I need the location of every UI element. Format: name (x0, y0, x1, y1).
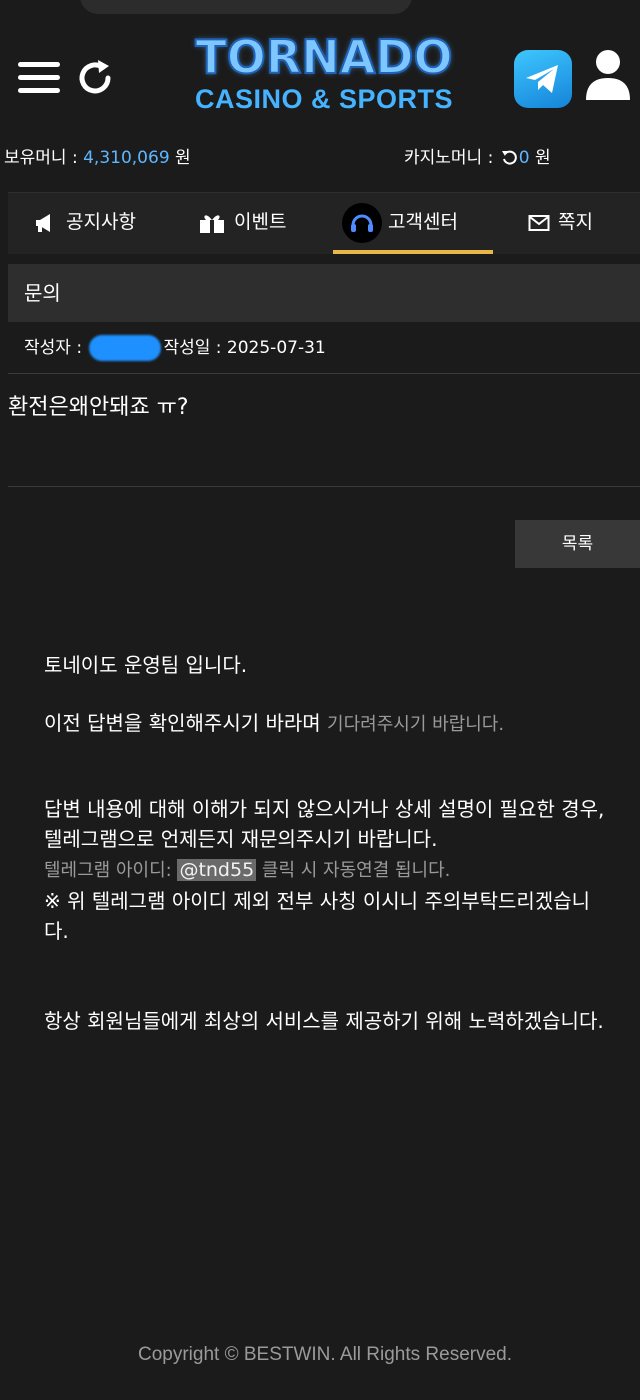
holding-money-unit: 원 (169, 148, 191, 168)
tab-event-label: 이벤트 (234, 211, 287, 233)
active-tab-indicator (333, 250, 493, 254)
tab-customer-center[interactable]: 고객센터 (342, 193, 458, 253)
answer-body: 토네이도 운영팀 입니다. 이전 답변을 확인해주시기 바라며 기다려주시기 바… (44, 650, 614, 1036)
date-label: 작성일 : 2025-07-31 (163, 338, 326, 358)
site-logo[interactable]: TORNADO CASINO & SPORTS (184, 29, 464, 118)
tab-event[interactable]: 이벤트 (198, 193, 286, 253)
list-button[interactable]: 목록 (515, 520, 640, 568)
post-meta: 작성자 : 작성일 : 2025-07-31 (8, 326, 640, 374)
author-label: 작성자 : (24, 338, 88, 358)
tab-message[interactable]: 쪽지 (528, 193, 593, 253)
holding-money-value: 4,310,069 (83, 148, 170, 168)
footer-copyright: Copyright © BESTWIN. All Rights Reserved… (137, 1344, 513, 1365)
board-tabs: 공지사항 이벤트 고객센터 쪽지 (8, 192, 640, 254)
megaphone-icon (36, 213, 50, 232)
answer-line: 이전 답변을 확인해주시기 바라며 기다려주시기 바랍니다. (44, 708, 614, 740)
question-divider (8, 486, 640, 487)
holding-money-label: 보유머니 : (4, 148, 84, 168)
answer-line: 텔레그램 아이디: @tnd55 클릭 시 자동연결 됩니다. (44, 854, 614, 886)
telegram-id-link[interactable]: @tnd55 (177, 859, 257, 881)
logo-main-text: TORNADO (194, 29, 453, 85)
answer-line-main: 이전 답변을 확인해주시기 바라며 (44, 711, 328, 735)
telegram-icon[interactable] (514, 50, 572, 108)
holding-money: 보유머니 : 4,310,069 원 (4, 140, 191, 176)
casino-money: 카지노머니 : 0 원 (404, 140, 551, 176)
headset-icon (342, 202, 382, 243)
casino-money-value: 0 (518, 148, 530, 168)
tab-notice-label: 공지사항 (66, 211, 136, 233)
tab-notice[interactable]: 공지사항 (34, 193, 136, 253)
tab-message-label: 쪽지 (558, 211, 593, 233)
author-redacted (89, 335, 162, 361)
user-profile-icon[interactable] (584, 48, 632, 102)
answer-line: 토네이도 운영팀 입니다. (44, 653, 248, 677)
status-bar-notch (80, 0, 412, 14)
refresh-icon[interactable] (74, 56, 118, 100)
hamburger-menu-icon[interactable] (18, 60, 60, 96)
tab-customer-center-label: 고객센터 (388, 211, 458, 233)
gift-icon (200, 214, 224, 233)
answer-line: 항상 회원님들에게 최상의 서비스를 제공하기 위해 노력하겠습니다. (44, 1009, 604, 1033)
casino-refresh-icon[interactable] (501, 149, 517, 165)
casino-money-label: 카지노머니 : (404, 148, 499, 168)
casino-money-unit: 원 (529, 148, 551, 168)
answer-line: 텔레그램으로 언제든지 재문의주시기 바랍니다. (44, 827, 438, 851)
app-header: TORNADO CASINO & SPORTS (0, 28, 640, 132)
answer-line-dim: 기다려주시기 바랍니다. (327, 714, 505, 735)
section-title: 문의 (8, 264, 640, 322)
envelope-icon (528, 214, 550, 231)
telegram-id-label: 텔레그램 아이디: (44, 860, 178, 881)
answer-line: 답변 내용에 대해 이해가 되지 않으시거나 상세 설명이 필요한 경우, (44, 797, 605, 821)
telegram-id-hint: 클릭 시 자동연결 됩니다. (256, 860, 451, 881)
question-text: 환전은왜안돼죠 ㅠ? (8, 395, 189, 420)
balance-row: 보유머니 : 4,310,069 원 카지노머니 : 0 원 (0, 140, 640, 176)
answer-line: ※ 위 텔레그램 아이디 제외 전부 사칭 이시니 주의부탁드리겠습니다. (44, 889, 591, 943)
logo-sub-text: CASINO & SPORTS (194, 84, 454, 114)
